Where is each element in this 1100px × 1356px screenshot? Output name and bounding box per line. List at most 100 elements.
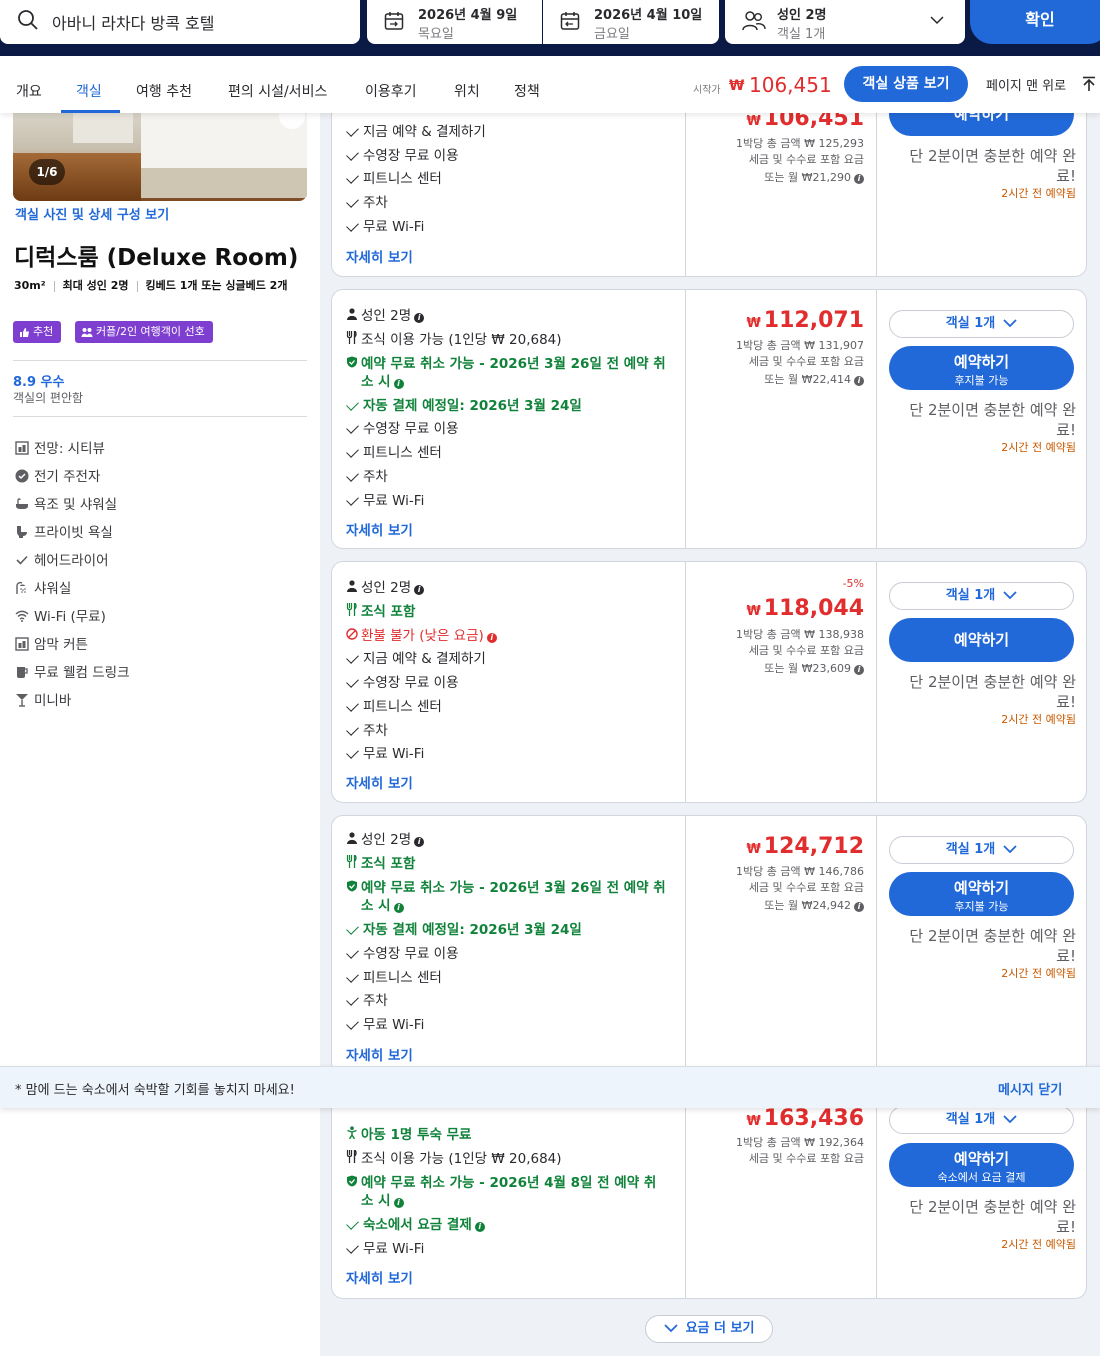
details-link[interactable]: 자세히 보기 <box>346 772 413 792</box>
currency-symbol: ₩ <box>729 78 745 94</box>
recent-booking: 2시간 전 예약됨 <box>1001 187 1076 200</box>
offer-booking: 객실 1개 예약하기 후지불 가능 단 2분이면 충분한 예약 완료! 2시간 전… <box>877 290 1086 548</box>
search-bar: 아바니 라차다 방콕 호텔 2026년 4월 9일 목요일 2026년 4월 1… <box>0 0 1100 56</box>
room-count-select[interactable]: 객실 1개 <box>889 310 1074 338</box>
calendar-icon <box>384 12 404 30</box>
back-to-top-link[interactable]: 페이지 맨 위로 <box>986 75 1066 94</box>
tab-location[interactable]: 위치 <box>454 81 480 101</box>
feature-row: 수영장 무료 이용 <box>346 417 459 437</box>
free-cancel-row-cont: 소 시i <box>361 1189 404 1209</box>
room-count-select[interactable]: 객실 1개 <box>889 1106 1074 1134</box>
tab-amenities[interactable]: 편의 시설/서비스 <box>228 81 327 101</box>
offer-booking: 객실 1개 예약하기 후지불 가능 단 2분이면 충분한 예약 완료! 2시간 전… <box>877 816 1086 1074</box>
more-rates-button[interactable]: 요금 더 보기 <box>645 1315 773 1343</box>
room-photo[interactable]: 1/6 <box>13 113 307 201</box>
cutlery-icon <box>346 603 357 616</box>
amenity-welcome-drink: 무료 웰컴 드링크 <box>15 661 130 681</box>
offer-price: -5% ₩118,044 1박당 총 금액 ₩ 138,938 세금 및 수수료… <box>686 562 877 802</box>
search-icon <box>18 10 38 30</box>
room-title: 디럭스룸 (Deluxe Room) <box>14 245 299 271</box>
free-cancel-row-cont: 소 시i <box>361 370 404 390</box>
no-refund-icon <box>346 628 358 640</box>
room-specs: 30m² 최대 성인 2명 킹베드 1개 또는 싱글베드 2개 <box>14 277 304 295</box>
breakfast-row: 조식 포함 <box>346 852 415 872</box>
confirm-button[interactable]: 확인 <box>970 0 1100 44</box>
offer-price-value: ₩118,044 <box>746 596 864 621</box>
details-link[interactable]: 자세히 보기 <box>346 1267 413 1287</box>
price-tax-note: 세금 및 수수료 포함 요금 <box>748 644 864 657</box>
recommend-tag: 추천 <box>13 321 62 343</box>
shield-check-icon <box>347 356 357 368</box>
price-total: 1박당 총 금액 ₩ 138,938 <box>736 628 864 641</box>
book-button[interactable]: 예약하기 <box>889 618 1074 662</box>
hurry-message: 단 2분이면 충분한 예약 완료! <box>909 927 1076 965</box>
feature-row: 수영장 무료 이용 <box>346 942 459 962</box>
price-tax-note: 세금 및 수수료 포함 요금 <box>748 1152 864 1165</box>
amenity-view: 전망: 시티뷰 <box>15 437 105 457</box>
checkout-field[interactable]: 2026년 4월 10일 금요일 <box>543 0 719 44</box>
arrow-up-icon[interactable] <box>1082 76 1096 92</box>
occupancy-row: 성인 2명 i <box>346 828 425 848</box>
offer-booking: 객실 1개 예약하기 숙소에서 요금 결제 단 2분이면 충분한 예약 완료! 2… <box>877 1100 1086 1298</box>
shield-check-icon <box>347 1175 357 1187</box>
offer-price-value: ₩112,071 <box>746 308 864 333</box>
feature-row: 피트니스 센터 <box>346 695 442 715</box>
occupancy-row: 성인 2명 i <box>346 576 425 596</box>
details-link[interactable]: 자세히 보기 <box>346 246 413 266</box>
view-room-offers-button[interactable]: 객실 상품 보기 <box>844 66 968 102</box>
offer-features: 성인 2명 i 조식 포함 환불 불가 (낮은 요금) i 지금 예약 & 결제하기… <box>332 562 686 802</box>
tab-reviews[interactable]: 이용후기 <box>365 81 417 101</box>
room-score: 8.9 우수 <box>13 375 65 390</box>
tab-overview[interactable]: 개요 <box>16 81 42 101</box>
hurry-message: 단 2분이면 충분한 예약 완료! <box>909 401 1076 439</box>
start-price: 106,451 <box>749 73 832 97</box>
offer-card: 성인 2명 i 조식 포함 예약 무료 취소 가능 - 2026년 3월 26일 … <box>331 815 1087 1075</box>
checkin-field[interactable]: 2026년 4월 9일 목요일 <box>367 0 542 44</box>
checkin-day: 목요일 <box>418 27 454 42</box>
details-link[interactable]: 자세히 보기 <box>346 1044 413 1064</box>
chevron-down-icon <box>663 1324 678 1333</box>
room-max-guests: 최대 성인 2명 <box>62 279 129 292</box>
autopay-row: 자동 결제 예정일: 2026년 3월 24일 <box>346 918 582 938</box>
tab-rooms[interactable]: 객실 <box>76 81 102 101</box>
book-button[interactable]: 예약하기 후지불 가능 <box>889 346 1074 390</box>
price-monthly: 또는 월 ₩21,290 i <box>764 169 864 185</box>
room-count-select[interactable]: 객실 1개 <box>889 582 1074 610</box>
hurry-message: 단 2분이면 충분한 예약 완료! <box>909 147 1076 185</box>
checkout-date: 2026년 4월 10일 <box>594 8 703 23</box>
offer-card: 성인 2명 i 조식 포함 환불 불가 (낮은 요금) i 지금 예약 & 결제하기… <box>331 561 1087 803</box>
bathtub-icon <box>16 498 28 509</box>
price-total: 1박당 총 금액 ₩ 125,293 <box>736 137 864 150</box>
feature-row: 주차 <box>346 191 388 211</box>
couple-tag: 커플/2인 여행객이 선호 <box>75 321 213 343</box>
curtain-icon <box>15 637 29 651</box>
price-tax-note: 세금 및 수수료 포함 요금 <box>748 881 864 894</box>
price-total: 1박당 총 금액 ₩ 146,786 <box>736 865 864 878</box>
feature-row: 무료 Wi-Fi <box>346 1013 424 1033</box>
guests-field[interactable]: 성인 2명 객실 1개 <box>725 0 965 44</box>
book-button[interactable]: 예약하기 후지불 가능 <box>889 872 1074 916</box>
discount-badge: -5% <box>842 577 864 590</box>
room-size: 30m² <box>14 279 46 292</box>
feature-row: 주차 <box>346 465 388 485</box>
offer-price: ₩124,712 1박당 총 금액 ₩ 146,786 세금 및 수수료 포함 … <box>686 816 877 1074</box>
hurry-message: 단 2분이면 충분한 예약 완료! <box>909 673 1076 711</box>
room-photos-link[interactable]: 객실 사진 및 상세 구성 보기 <box>15 204 169 223</box>
offer-price: ₩112,071 1박당 총 금액 ₩ 131,907 세금 및 수수료 포함 … <box>686 290 877 548</box>
people-icon <box>742 11 766 31</box>
room-score-subtitle: 객실의 편안함 <box>13 391 84 405</box>
offer-price: ₩163,436 1박당 총 금액 ₩ 192,364 세금 및 수수료 포함 … <box>686 1100 877 1298</box>
tab-policies[interactable]: 정책 <box>514 81 540 101</box>
book-button[interactable]: 예약하기 숙소에서 요금 결제 <box>889 1143 1074 1187</box>
feature-row: 무료 Wi-Fi <box>346 742 424 762</box>
close-message-button[interactable]: 메시지 닫기 <box>998 1079 1062 1098</box>
free-cancel-row-cont: 소 시i <box>361 894 404 914</box>
feature-row: 수영장 무료 이용 <box>346 144 459 164</box>
destination-field[interactable]: 아바니 라차다 방콕 호텔 <box>0 0 360 44</box>
room-count-select[interactable]: 객실 1개 <box>889 836 1074 864</box>
details-link[interactable]: 자세히 보기 <box>346 519 413 539</box>
tab-recommendations[interactable]: 여행 추천 <box>136 81 192 101</box>
free-cancel-row: 예약 무료 취소 가능 - 2026년 3월 26일 전 예약 취 <box>346 876 666 896</box>
offer-booking: 객실 1개 예약하기 단 2분이면 충분한 예약 완료! 2시간 전 예약됨 <box>877 562 1086 802</box>
cup-icon <box>17 667 28 678</box>
